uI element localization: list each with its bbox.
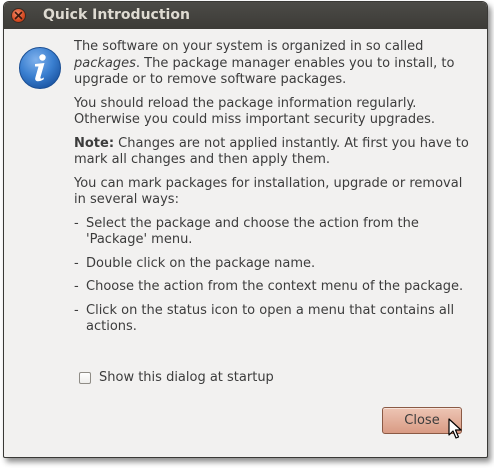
paragraph-note: Note: Changes are not applied instantly.… xyxy=(74,135,469,168)
paragraph-packages: The software on your system is organized… xyxy=(74,39,455,87)
info-icon xyxy=(19,47,61,89)
paragraph-mark: You can mark packages for installation, … xyxy=(74,175,463,208)
startup-checkbox-label: Show this dialog at startup xyxy=(99,370,274,385)
paragraph-reload: You should reload the package informatio… xyxy=(74,95,435,128)
startup-checkbox-row[interactable]: Show this dialog at startup xyxy=(79,370,274,385)
startup-checkbox[interactable] xyxy=(79,371,91,384)
dialog-window: Quick Introduction The software on your … xyxy=(3,1,488,458)
note-label: Note: xyxy=(74,135,115,151)
title-bar[interactable]: Quick Introduction xyxy=(4,2,487,29)
packages-emphasis: packages xyxy=(74,55,136,71)
list-item: - Select the package and choose the actio… xyxy=(74,215,419,248)
list-item: - Double click on the package name. xyxy=(74,255,316,271)
window-close-button[interactable] xyxy=(11,8,26,23)
mouse-pointer-icon xyxy=(448,418,462,439)
list-item: - Click on the status icon to open a menu… xyxy=(74,302,455,335)
window-title: Quick Introduction xyxy=(43,7,190,23)
list-item: - Choose the action from the context menu… xyxy=(74,279,464,294)
intro-text: The software on your system is organized… xyxy=(74,39,474,343)
window-close-icon xyxy=(14,11,23,20)
